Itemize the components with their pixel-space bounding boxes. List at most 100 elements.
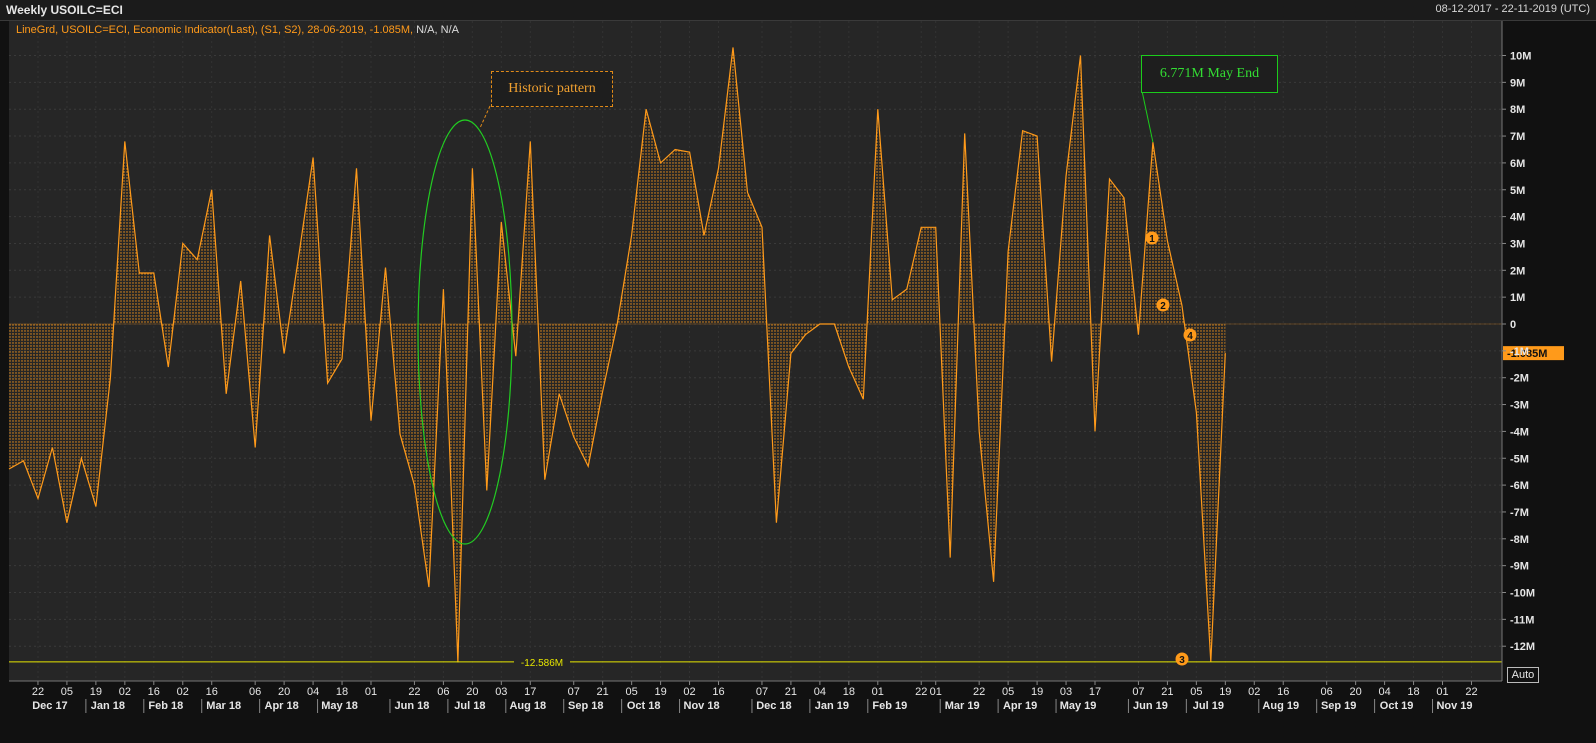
y-tick-label: -4M: [1510, 426, 1529, 438]
x-month-label: Nov 19: [1436, 700, 1472, 712]
x-tick-label: 06: [249, 686, 261, 698]
y-tick-label: -1M: [1510, 346, 1529, 358]
x-tick-label: 02: [119, 686, 131, 698]
x-tick-label: 19: [1219, 686, 1231, 698]
y-tick-label: 3M: [1510, 238, 1525, 250]
x-month-label: May 19: [1060, 700, 1097, 712]
y-tick-label: 1M: [1510, 292, 1525, 304]
x-tick-label: 22: [1465, 686, 1477, 698]
y-tick-label: -3M: [1510, 400, 1529, 412]
y-tick-label: 5M: [1510, 185, 1525, 197]
min-value-label: -12.586M: [521, 658, 563, 669]
y-tick-label: -5M: [1510, 453, 1529, 465]
x-tick-label: 04: [814, 686, 826, 698]
marker-label-2: 2: [1160, 301, 1166, 312]
x-axis: 22 05 19 02 16 02 16 06 20 04 18 01 22 06 20 03 17 07 21 05…: [9, 680, 1502, 713]
x-month-label: Jul 19: [1193, 700, 1224, 712]
y-tick-label: 9M: [1510, 77, 1525, 89]
x-tick-label: 04: [307, 686, 319, 698]
y-tick-label: -7M: [1510, 507, 1529, 519]
x-tick-label: 22: [408, 686, 420, 698]
x-tick-label: 07: [1132, 686, 1144, 698]
x-tick-label: 20: [278, 686, 290, 698]
x-tick-label: 05: [61, 686, 73, 698]
y-tick-label: 7M: [1510, 131, 1525, 143]
chart-canvas[interactable]: -12.586M-1.085M 10M9M8M7M6M5M4M3M2M1M0-1…: [0, 0, 1596, 743]
x-month-label: Mar 19: [945, 700, 980, 712]
x-tick-label: 21: [1161, 686, 1173, 698]
x-month-label: Sep 19: [1321, 700, 1356, 712]
x-tick-label: 18: [843, 686, 855, 698]
x-month-label: Apr 19: [1003, 700, 1037, 712]
y-tick-label: -9M: [1510, 561, 1529, 573]
legend-na: N/A, N/A: [416, 24, 459, 36]
x-tick-label: 17: [524, 686, 536, 698]
x-tick-label: 03: [1060, 686, 1072, 698]
x-month-label: Jul 18: [454, 700, 485, 712]
x-tick-label: 02: [683, 686, 695, 698]
x-month-label: Mar 18: [206, 700, 241, 712]
x-tick-label: 01: [930, 686, 942, 698]
x-month-label: Oct 19: [1380, 700, 1414, 712]
x-month-label: Feb 18: [148, 700, 183, 712]
x-month-label: Aug 19: [1262, 700, 1299, 712]
x-tick-label: 01: [872, 686, 884, 698]
x-tick-label: 01: [1436, 686, 1448, 698]
x-tick-label: 06: [1321, 686, 1333, 698]
x-tick-label: 02: [1248, 686, 1260, 698]
x-tick-label: 19: [1031, 686, 1043, 698]
x-month-label: Jun 19: [1133, 700, 1168, 712]
y-tick-label: 8M: [1510, 104, 1525, 116]
x-month-label: Oct 18: [627, 700, 661, 712]
series-legend: LineGrd, USOILC=ECI, Economic Indicator(…: [16, 24, 459, 36]
x-tick-label: 02: [177, 686, 189, 698]
chart-window: Weekly USOILC=ECI 08-12-2017 - 22-11-201…: [0, 0, 1596, 743]
x-tick-label: 20: [466, 686, 478, 698]
y-tick-label: 10M: [1510, 51, 1531, 63]
x-tick-label: 17: [1089, 686, 1101, 698]
marker-label-4: 4: [1187, 331, 1193, 342]
x-tick-label: 04: [1378, 686, 1390, 698]
y-tick-label: 4M: [1510, 212, 1525, 224]
x-tick-label: 07: [756, 686, 768, 698]
y-tick-label: 2M: [1510, 265, 1525, 277]
x-tick-label: 16: [148, 686, 160, 698]
x-tick-label: 05: [1002, 686, 1014, 698]
legend-text: LineGrd, USOILC=ECI, Economic Indicator(…: [16, 24, 414, 36]
x-tick-label: 06: [437, 686, 449, 698]
x-tick-label: 22: [915, 686, 927, 698]
x-month-label: Apr 18: [265, 700, 299, 712]
x-tick-label: 01: [365, 686, 377, 698]
x-month-label: Nov 18: [684, 700, 720, 712]
auto-scale-button[interactable]: Auto: [1507, 667, 1539, 683]
x-tick-label: 22: [973, 686, 985, 698]
x-month-label: Feb 19: [872, 700, 907, 712]
y-tick-label: 0: [1510, 319, 1516, 331]
y-tick-label: -10M: [1510, 588, 1535, 600]
x-tick-label: 21: [597, 686, 609, 698]
marker-label-3: 3: [1179, 655, 1185, 666]
y-tick-label: -12M: [1510, 641, 1535, 653]
x-month-label: Jan 19: [815, 700, 849, 712]
x-tick-label: 16: [206, 686, 218, 698]
x-tick-label: 05: [626, 686, 638, 698]
x-month-label: May 18: [321, 700, 358, 712]
x-tick-label: 03: [495, 686, 507, 698]
x-tick-label: 07: [568, 686, 580, 698]
x-month-label: Aug 18: [509, 700, 546, 712]
y-tick-label: 6M: [1510, 158, 1525, 170]
may-end-callout: 6.771M May End: [1141, 55, 1278, 93]
x-tick-label: 21: [785, 686, 797, 698]
x-tick-label: 16: [1277, 686, 1289, 698]
x-month-label: Dec 17: [32, 700, 67, 712]
x-month-label: Jan 18: [91, 700, 125, 712]
y-tick-label: -6M: [1510, 480, 1529, 492]
y-tick-label: -11M: [1510, 614, 1534, 626]
x-tick-label: 18: [1407, 686, 1419, 698]
historic-pattern-callout: Historic pattern: [491, 71, 613, 107]
x-tick-label: 19: [654, 686, 666, 698]
x-tick-label: 05: [1190, 686, 1202, 698]
y-tick-label: -2M: [1510, 373, 1529, 385]
x-month-label: Jun 18: [395, 700, 430, 712]
x-tick-label: 22: [32, 686, 44, 698]
